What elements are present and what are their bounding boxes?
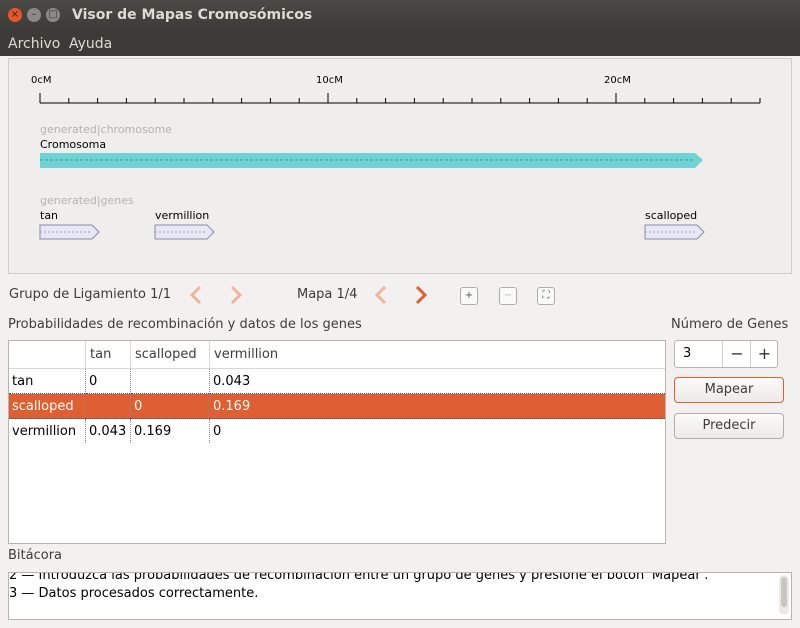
menu-archivo[interactable]: Archivo bbox=[8, 36, 60, 52]
log-scrollbar[interactable] bbox=[779, 575, 789, 615]
genes-count-value[interactable]: 3 bbox=[683, 346, 691, 361]
scale-label-10: 10cM bbox=[316, 75, 343, 86]
table-row[interactable]: vermillion 0.043 0.169 0 bbox=[9, 418, 666, 444]
prev-linkage-group-icon[interactable] bbox=[189, 285, 203, 305]
table-cell[interactable] bbox=[130, 368, 210, 394]
fit-to-window-icon[interactable]: ⛶ bbox=[537, 287, 555, 305]
prev-map-icon[interactable] bbox=[374, 285, 388, 305]
table-cell[interactable]: 0.169 bbox=[209, 393, 665, 419]
close-window-icon[interactable]: × bbox=[8, 8, 22, 22]
recombination-table[interactable]: tan scalloped vermillion tan 0 0.043 sca… bbox=[8, 340, 666, 544]
chromosome-track-caption: generated|chromosome bbox=[40, 123, 172, 136]
chromosome-name: Cromosoma bbox=[40, 138, 107, 151]
scale-ruler bbox=[39, 93, 761, 104]
menu-ayuda[interactable]: Ayuda bbox=[69, 36, 112, 52]
zoom-in-icon[interactable]: + bbox=[460, 287, 478, 305]
table-header-corner bbox=[9, 341, 86, 369]
table-cell[interactable]: 0.043 bbox=[210, 369, 666, 394]
scale-label-0: 0cM bbox=[31, 75, 52, 86]
menu-bar: Archivo Ayuda bbox=[0, 32, 800, 56]
decrement-icon[interactable]: − bbox=[722, 341, 751, 367]
table-header-vermillion[interactable]: vermillion bbox=[209, 341, 665, 369]
log-line-3: 3 — Datos procesados correctamente. bbox=[9, 586, 259, 601]
gene-tan-shape bbox=[39, 224, 100, 240]
map-drawing bbox=[39, 93, 761, 240]
table-cell[interactable]: 0 bbox=[210, 419, 666, 444]
linkage-group-label: Grupo de Ligamiento 1/1 bbox=[9, 287, 172, 302]
genes-count-stepper[interactable]: 3 − + bbox=[674, 340, 778, 368]
title-bar: × – □ Visor de Mapas Cromosómicos bbox=[0, 0, 800, 32]
table-cell[interactable] bbox=[85, 393, 131, 419]
minimize-window-icon[interactable]: – bbox=[27, 8, 41, 22]
window-title: Visor de Mapas Cromosómicos bbox=[72, 7, 313, 23]
increment-icon[interactable]: + bbox=[750, 341, 778, 367]
gene-label-scalloped: scalloped bbox=[645, 209, 698, 222]
gene-label-tan: tan bbox=[40, 209, 59, 222]
table-row-selected[interactable]: scalloped 0 0.169 bbox=[9, 393, 665, 419]
table-cell[interactable]: 0 bbox=[85, 368, 131, 394]
scale-label-20: 20cM bbox=[604, 75, 631, 86]
zoom-out-icon[interactable]: − bbox=[499, 287, 517, 305]
genes-count-label: Número de Genes bbox=[671, 317, 789, 332]
row-label[interactable]: scalloped bbox=[9, 393, 86, 419]
genes-track-caption: generated|genes bbox=[40, 194, 134, 207]
table-cell[interactable]: 0.169 bbox=[130, 418, 210, 443]
gene-scalloped-shape bbox=[644, 224, 705, 240]
table-row[interactable]: tan 0 0.043 bbox=[9, 368, 666, 394]
map-button[interactable]: Mapear bbox=[674, 377, 784, 403]
gene-label-vermillion: vermillion bbox=[155, 209, 210, 222]
row-label[interactable]: vermillion bbox=[9, 418, 86, 443]
next-linkage-group-icon[interactable] bbox=[229, 285, 243, 305]
row-label[interactable]: tan bbox=[9, 368, 86, 394]
predict-button[interactable]: Predecir bbox=[674, 413, 784, 439]
gene-vermillion-shape bbox=[154, 224, 215, 240]
table-title: Probabilidades de recombinación y datos … bbox=[8, 317, 362, 332]
table-header-tan[interactable]: tan bbox=[85, 341, 131, 369]
log-title: Bitácora bbox=[8, 548, 63, 563]
log-panel[interactable]: 2 — Introduzca las probabilidades de rec… bbox=[8, 572, 792, 620]
next-map-icon[interactable] bbox=[414, 285, 428, 305]
map-index-label: Mapa 1/4 bbox=[297, 287, 358, 302]
chromosome-map-canvas[interactable]: 0cM 10cM 20cM generated|chromosome Cromo… bbox=[8, 58, 792, 274]
table-cell[interactable]: 0 bbox=[130, 393, 210, 419]
log-scrollbar-thumb[interactable] bbox=[781, 577, 787, 607]
maximize-window-icon[interactable]: □ bbox=[46, 8, 60, 22]
table-header-scalloped[interactable]: scalloped bbox=[130, 341, 210, 369]
table-header-row: tan scalloped vermillion bbox=[9, 341, 665, 369]
log-line-2: 2 — Introduzca las probabilidades de rec… bbox=[9, 572, 709, 583]
table-cell[interactable]: 0.043 bbox=[85, 418, 131, 443]
